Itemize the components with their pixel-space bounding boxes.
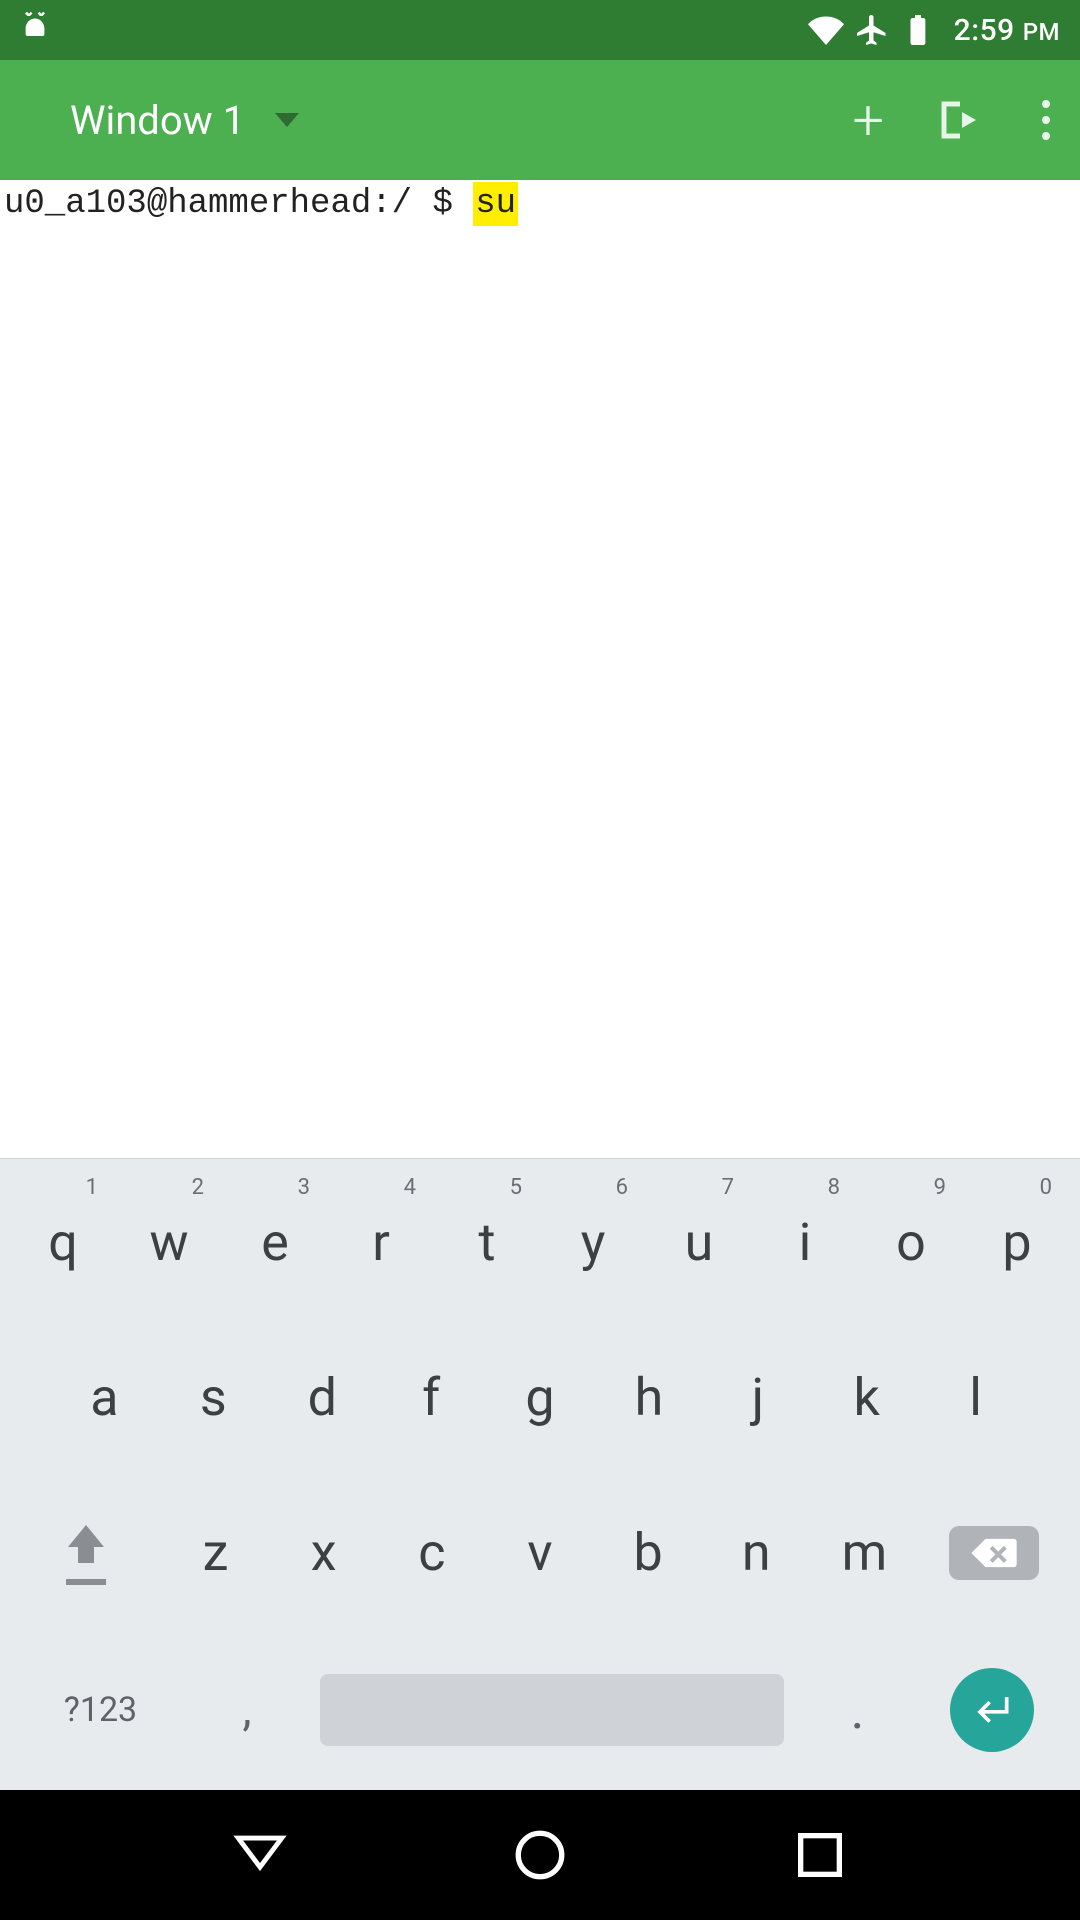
key-u[interactable]: 7u — [646, 1165, 752, 1320]
key-t[interactable]: 5t — [434, 1165, 540, 1320]
terminal-line: u0_a103@hammerhead:/ $ su — [4, 182, 1076, 226]
key-i[interactable]: 8i — [752, 1165, 858, 1320]
key-v[interactable]: v — [486, 1475, 594, 1630]
key-symbols[interactable]: ?123 — [15, 1690, 186, 1730]
key-comma[interactable]: , — [186, 1683, 308, 1737]
kb-row-3: z x c v b n m — [0, 1475, 1080, 1630]
key-y[interactable]: 6y — [540, 1165, 646, 1320]
key-c[interactable]: c — [378, 1475, 486, 1630]
nav-back-button[interactable] — [231, 1826, 289, 1884]
enter-icon — [950, 1668, 1034, 1752]
debug-icon — [20, 11, 50, 49]
key-o[interactable]: 9o — [858, 1165, 964, 1320]
key-g[interactable]: g — [486, 1320, 595, 1475]
terminal-area[interactable]: u0_a103@hammerhead:/ $ su — [0, 180, 1080, 1158]
key-period[interactable]: . — [796, 1680, 918, 1741]
status-clock: 2:59 PM — [954, 13, 1060, 48]
kebab-icon — [1042, 100, 1050, 140]
key-f[interactable]: f — [377, 1320, 486, 1475]
kb-row-1: 1q 2w 3e 4r 5t 6y 7u 8i 9o 0p — [0, 1165, 1080, 1320]
key-p[interactable]: 0p — [964, 1165, 1070, 1320]
key-j[interactable]: j — [703, 1320, 812, 1475]
key-n[interactable]: n — [702, 1475, 810, 1630]
window-selector[interactable]: Window 1 — [30, 97, 852, 144]
key-e[interactable]: 3e — [222, 1165, 328, 1320]
key-backspace[interactable] — [919, 1526, 1070, 1580]
wifi-icon — [808, 12, 844, 48]
key-z[interactable]: z — [161, 1475, 269, 1630]
add-window-button[interactable]: + — [852, 92, 884, 148]
nav-home-button[interactable] — [511, 1826, 569, 1884]
exit-button[interactable] — [934, 96, 982, 144]
key-m[interactable]: m — [810, 1475, 918, 1630]
key-q[interactable]: 1q — [10, 1165, 116, 1320]
key-w[interactable]: 2w — [116, 1165, 222, 1320]
chevron-down-icon — [275, 113, 299, 127]
key-l[interactable]: l — [921, 1320, 1030, 1475]
kb-row-4: ?123 , . — [0, 1630, 1080, 1790]
nav-bar — [0, 1790, 1080, 1920]
key-enter[interactable] — [919, 1668, 1066, 1752]
overflow-button[interactable] — [1032, 100, 1050, 140]
airplane-icon — [854, 12, 890, 48]
soft-keyboard: 1q 2w 3e 4r 5t 6y 7u 8i 9o 0p a s d f g … — [0, 1158, 1080, 1790]
key-h[interactable]: h — [594, 1320, 703, 1475]
app-bar: Window 1 + — [0, 60, 1080, 180]
window-title: Window 1 — [70, 97, 245, 144]
shift-icon — [62, 1521, 110, 1573]
key-b[interactable]: b — [594, 1475, 702, 1630]
key-a[interactable]: a — [50, 1320, 159, 1475]
nav-recents-button[interactable] — [791, 1826, 849, 1884]
backspace-icon — [949, 1526, 1039, 1580]
key-space[interactable] — [308, 1674, 796, 1746]
key-d[interactable]: d — [268, 1320, 377, 1475]
key-x[interactable]: x — [270, 1475, 378, 1630]
terminal-command-highlight: su — [473, 182, 518, 226]
status-bar: 2:59 PM — [0, 0, 1080, 60]
key-k[interactable]: k — [812, 1320, 921, 1475]
key-r[interactable]: 4r — [328, 1165, 434, 1320]
key-s[interactable]: s — [159, 1320, 268, 1475]
battery-icon — [900, 12, 936, 48]
kb-row-2: a s d f g h j k l — [0, 1320, 1080, 1475]
key-shift[interactable] — [10, 1521, 161, 1585]
terminal-prompt: u0_a103@hammerhead:/ $ — [4, 182, 473, 226]
